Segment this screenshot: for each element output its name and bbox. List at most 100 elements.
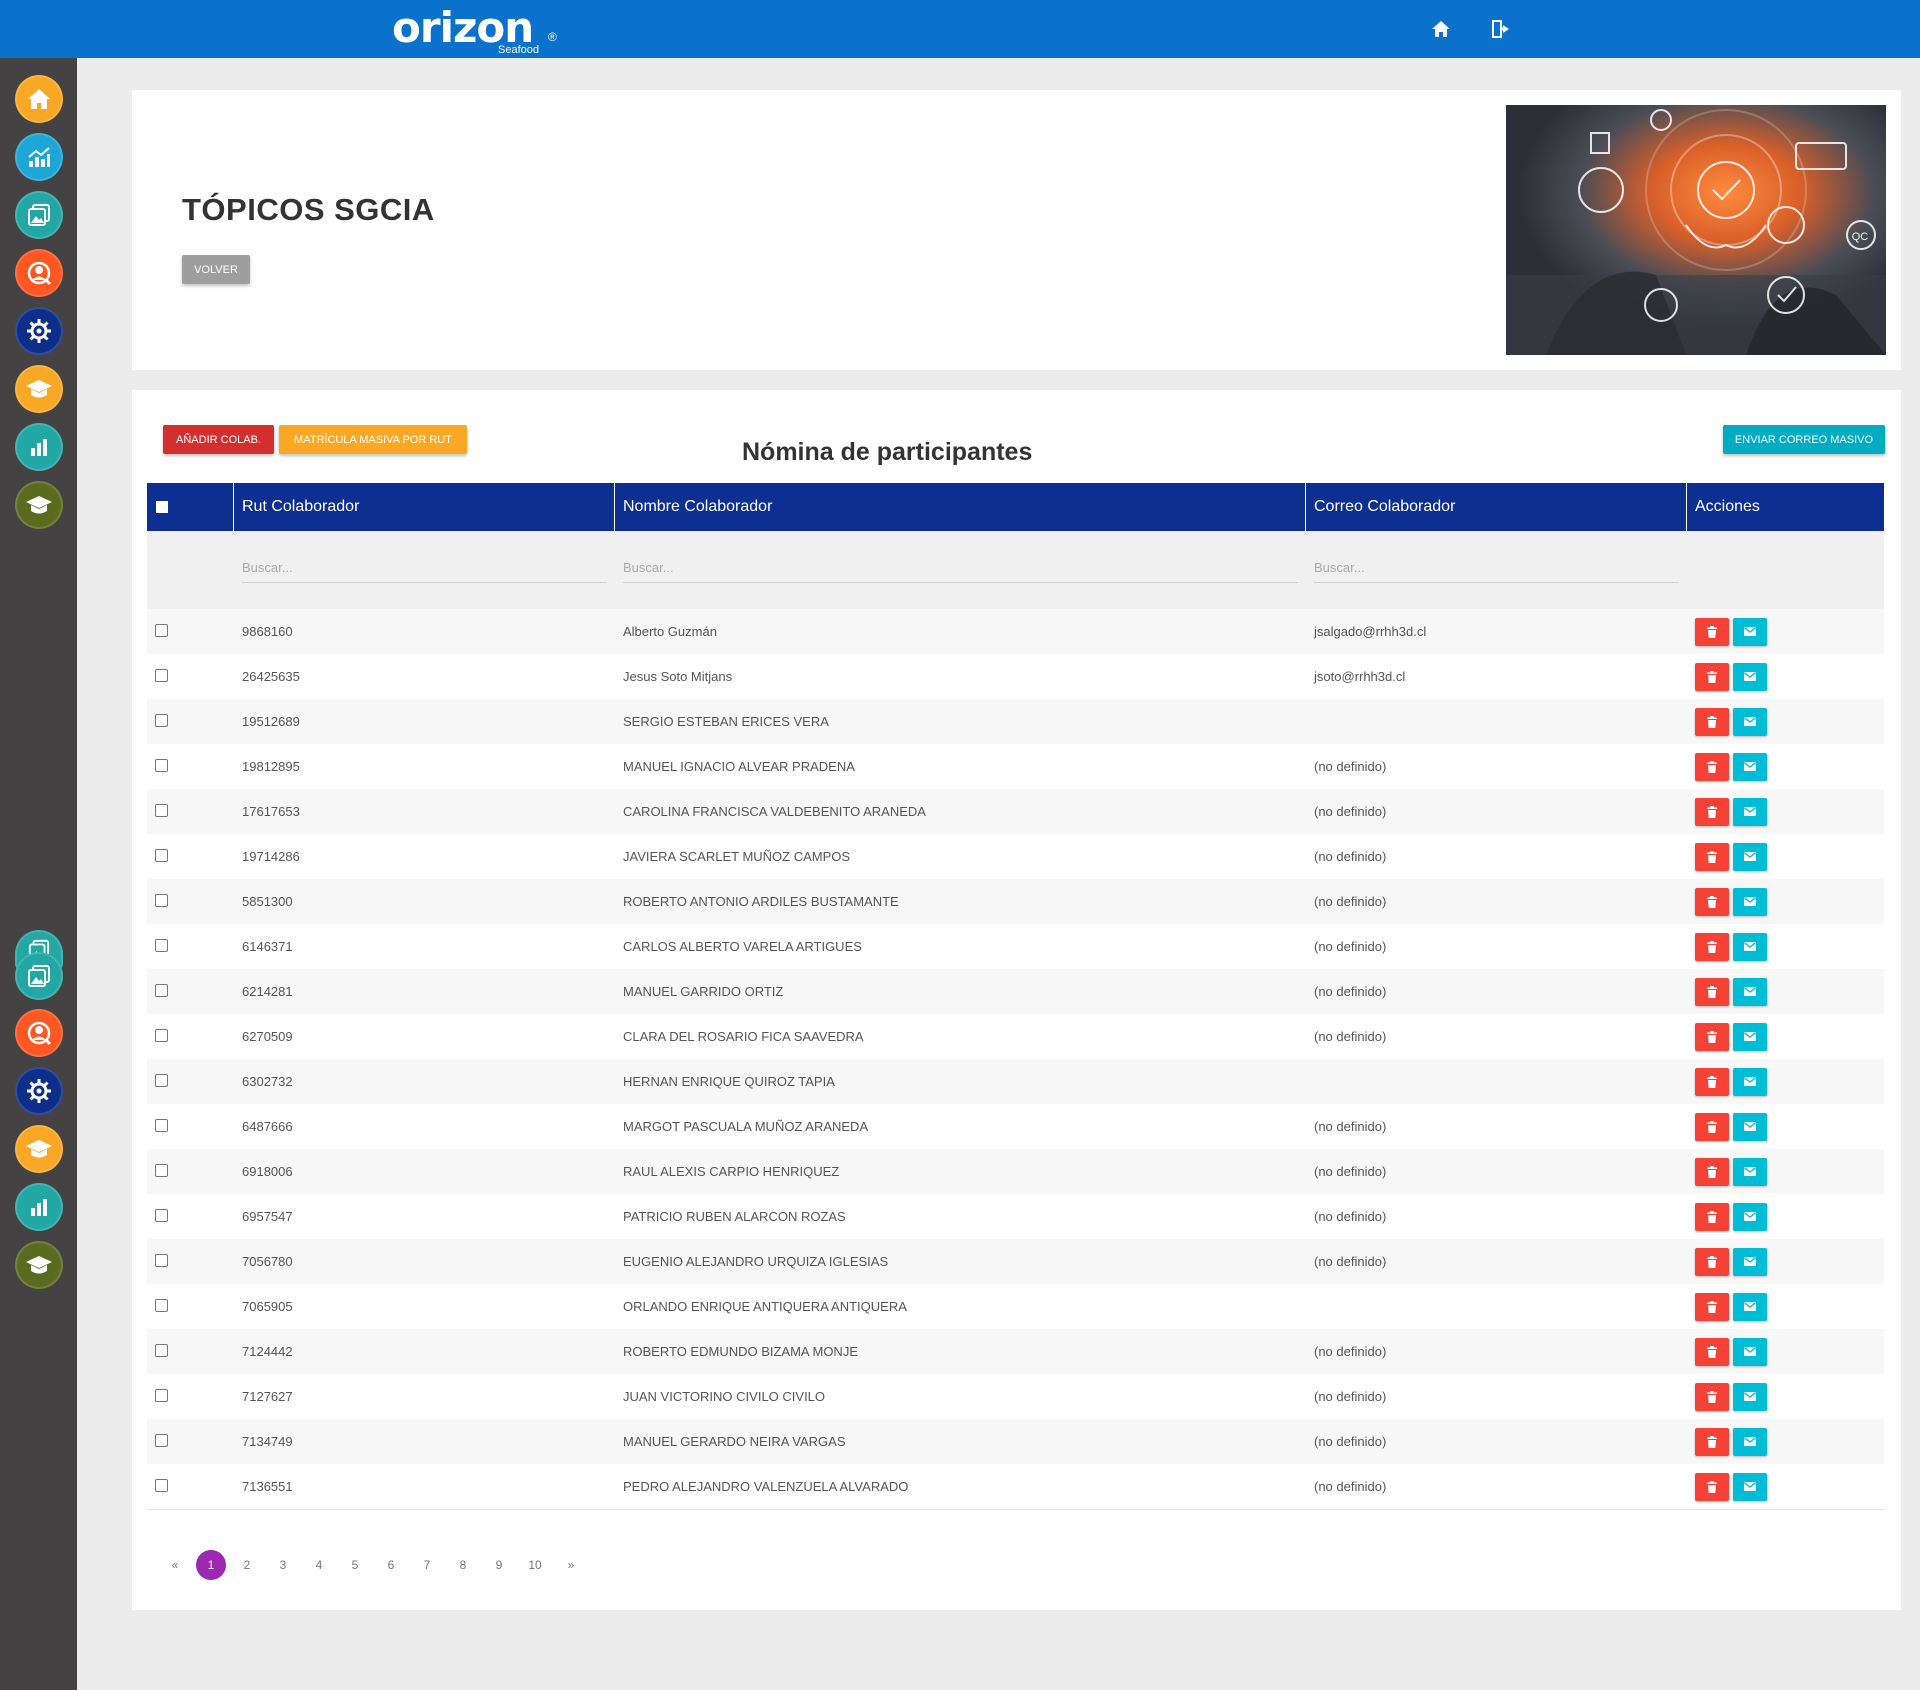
send-mail-button[interactable]	[1733, 797, 1767, 826]
row-checkbox[interactable]	[155, 1028, 168, 1042]
sidebar-home-icon[interactable]	[15, 75, 63, 123]
pagination-prev[interactable]: «	[157, 1550, 193, 1580]
bulk-enroll-button[interactable]: MATRÍCULA MASIVA POR RUT	[279, 425, 467, 454]
sidebar-chart-icon[interactable]	[15, 133, 63, 181]
row-checkbox[interactable]	[155, 1163, 168, 1177]
send-mail-button[interactable]	[1733, 1067, 1767, 1096]
delete-button[interactable]	[1695, 1382, 1729, 1411]
pagination-page[interactable]: 9	[481, 1550, 517, 1580]
row-checkbox[interactable]	[155, 1433, 168, 1447]
pagination-page[interactable]: 8	[445, 1550, 481, 1580]
sidebar-settings-icon-2[interactable]	[15, 1067, 63, 1115]
bulk-mail-button[interactable]: ENVIAR CORREO MASIVO	[1723, 425, 1885, 454]
send-mail-button[interactable]	[1733, 662, 1767, 691]
pagination-page[interactable]: 1	[193, 1550, 229, 1580]
delete-button[interactable]	[1695, 1202, 1729, 1231]
row-checkbox[interactable]	[155, 893, 168, 907]
delete-button[interactable]	[1695, 977, 1729, 1006]
send-mail-button[interactable]	[1733, 707, 1767, 736]
sidebar-graduation-icon-4[interactable]	[15, 1241, 63, 1289]
row-checkbox[interactable]	[155, 623, 168, 637]
delete-button[interactable]	[1695, 1427, 1729, 1456]
sidebar-search-user-icon[interactable]	[15, 249, 63, 297]
row-checkbox[interactable]	[155, 1073, 168, 1087]
add-collaborator-button[interactable]: AÑADIR COLAB.	[163, 425, 274, 454]
row-checkbox[interactable]	[155, 848, 168, 862]
row-checkbox[interactable]	[155, 938, 168, 952]
delete-button[interactable]	[1695, 1247, 1729, 1276]
delete-button[interactable]	[1695, 887, 1729, 916]
send-mail-button[interactable]	[1733, 752, 1767, 781]
send-mail-button[interactable]	[1733, 1202, 1767, 1231]
sidebar-graduation-icon[interactable]	[15, 365, 63, 413]
send-mail-button[interactable]	[1733, 1157, 1767, 1186]
row-checkbox[interactable]	[155, 758, 168, 772]
delete-button[interactable]	[1695, 752, 1729, 781]
header-name[interactable]: Nombre Colaborador	[615, 483, 1306, 531]
back-button[interactable]: VOLVER	[182, 255, 250, 284]
row-checkbox[interactable]	[155, 1208, 168, 1222]
row-checkbox[interactable]	[155, 983, 168, 997]
pagination-next[interactable]: »	[553, 1550, 589, 1580]
send-mail-button[interactable]	[1733, 977, 1767, 1006]
row-checkbox[interactable]	[155, 1253, 168, 1267]
pagination-page[interactable]: 3	[265, 1550, 301, 1580]
delete-button[interactable]	[1695, 1067, 1729, 1096]
pagination-page[interactable]: 7	[409, 1550, 445, 1580]
send-mail-button[interactable]	[1733, 1247, 1767, 1276]
send-mail-button[interactable]	[1733, 617, 1767, 646]
delete-button[interactable]	[1695, 932, 1729, 961]
delete-button[interactable]	[1695, 797, 1729, 826]
row-checkbox[interactable]	[155, 1388, 168, 1402]
row-checkbox[interactable]	[155, 668, 168, 682]
row-checkbox[interactable]	[155, 1343, 168, 1357]
sidebar-bar-chart-icon-2[interactable]	[15, 1183, 63, 1231]
delete-button[interactable]	[1695, 842, 1729, 871]
delete-button[interactable]	[1695, 662, 1729, 691]
brand-logo[interactable]: orizon ® Seafood	[392, 4, 572, 58]
delete-button[interactable]	[1695, 1157, 1729, 1186]
sidebar-bar-chart-icon[interactable]	[15, 423, 63, 471]
sidebar-settings-icon[interactable]	[15, 307, 63, 355]
filter-email-input[interactable]	[1314, 553, 1679, 583]
header-email[interactable]: Correo Colaborador	[1306, 483, 1687, 531]
row-checkbox[interactable]	[155, 713, 168, 727]
logout-icon[interactable]	[1489, 16, 1515, 42]
select-all-checkbox[interactable]	[156, 501, 168, 513]
delete-button[interactable]	[1695, 1112, 1729, 1141]
send-mail-button[interactable]	[1733, 1022, 1767, 1051]
send-mail-button[interactable]	[1733, 1337, 1767, 1366]
sidebar-search-user-icon-2[interactable]	[15, 1009, 63, 1057]
pagination-page[interactable]: 4	[301, 1550, 337, 1580]
pagination-page[interactable]: 2	[229, 1550, 265, 1580]
home-icon[interactable]	[1428, 16, 1454, 42]
delete-button[interactable]	[1695, 1472, 1729, 1501]
pagination-page[interactable]: 5	[337, 1550, 373, 1580]
pagination-page[interactable]: 10	[517, 1550, 553, 1580]
send-mail-button[interactable]	[1733, 842, 1767, 871]
sidebar-graduation-icon-3[interactable]	[15, 1125, 63, 1173]
send-mail-button[interactable]	[1733, 932, 1767, 961]
row-checkbox[interactable]	[155, 1118, 168, 1132]
send-mail-button[interactable]	[1733, 1427, 1767, 1456]
sidebar-gallery-icon-3[interactable]	[15, 952, 63, 1000]
header-rut[interactable]: Rut Colaborador	[234, 483, 615, 531]
delete-button[interactable]	[1695, 617, 1729, 646]
row-checkbox[interactable]	[155, 803, 168, 817]
pagination-page[interactable]: 6	[373, 1550, 409, 1580]
filter-rut-input[interactable]	[242, 553, 607, 583]
delete-button[interactable]	[1695, 1337, 1729, 1366]
send-mail-button[interactable]	[1733, 1292, 1767, 1321]
filter-name-input[interactable]	[623, 553, 1298, 583]
send-mail-button[interactable]	[1733, 887, 1767, 916]
sidebar-graduation-icon-2[interactable]	[15, 481, 63, 529]
row-checkbox[interactable]	[155, 1298, 168, 1312]
send-mail-button[interactable]	[1733, 1112, 1767, 1141]
send-mail-button[interactable]	[1733, 1382, 1767, 1411]
delete-button[interactable]	[1695, 707, 1729, 736]
delete-button[interactable]	[1695, 1022, 1729, 1051]
send-mail-button[interactable]	[1733, 1472, 1767, 1501]
row-checkbox[interactable]	[155, 1478, 168, 1492]
sidebar-gallery-icon[interactable]	[15, 191, 63, 239]
delete-button[interactable]	[1695, 1292, 1729, 1321]
